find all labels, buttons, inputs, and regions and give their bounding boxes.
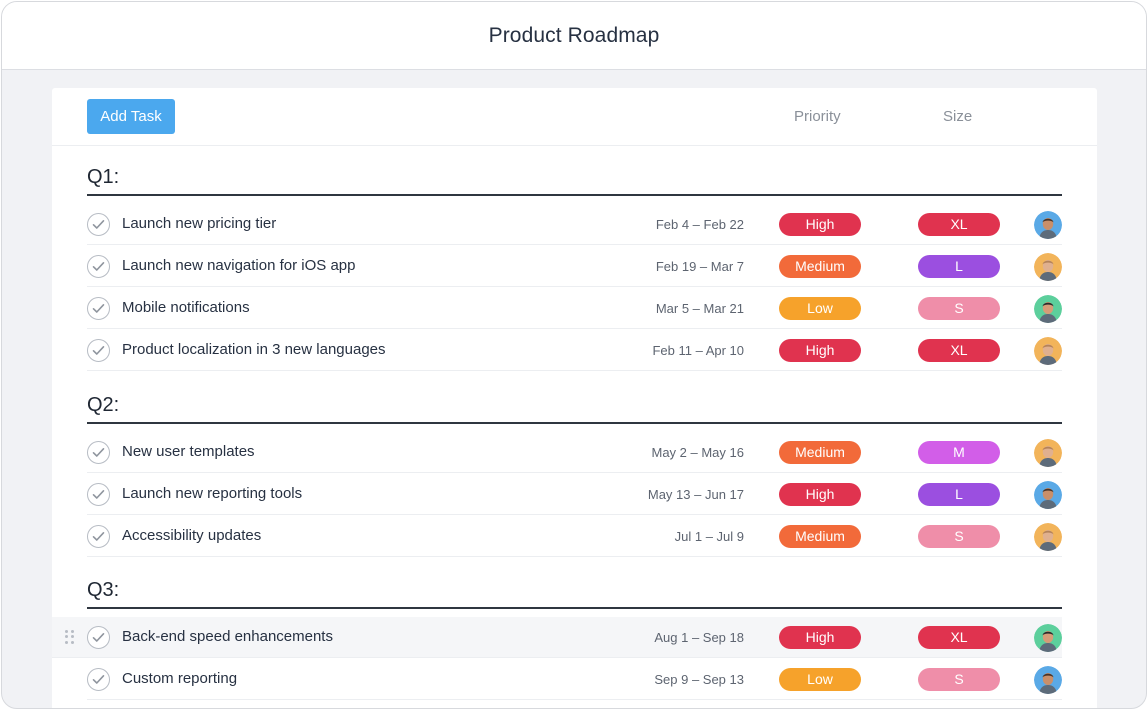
complete-task-checkbox[interactable] <box>87 441 110 464</box>
title-bar: Product Roadmap <box>2 2 1146 70</box>
task-dates[interactable]: May 13 – Jun 17 <box>648 487 744 502</box>
size-badge[interactable]: XL <box>918 213 1000 236</box>
assignee-avatar[interactable] <box>1034 624 1062 652</box>
task-name[interactable]: Launch new navigation for iOS app <box>122 257 356 274</box>
check-icon <box>92 219 105 230</box>
section-title: Q1: <box>87 166 120 188</box>
complete-task-checkbox[interactable] <box>87 297 110 320</box>
complete-task-checkbox[interactable] <box>87 668 110 691</box>
task-row-content: Accessibility updates Jul 1 – Jul 9 Medium… <box>87 516 1062 557</box>
assignee-avatar[interactable] <box>1034 295 1062 323</box>
check-icon <box>92 489 105 500</box>
size-badge[interactable]: M <box>918 441 1000 464</box>
priority-badge[interactable]: Low <box>779 668 861 691</box>
complete-task-checkbox[interactable] <box>87 339 110 362</box>
task-row-content: Back-end speed enhancements Aug 1 – Sep 1… <box>87 617 1062 658</box>
check-icon <box>92 632 105 643</box>
size-badge[interactable]: L <box>918 255 1000 278</box>
section-title: Q3: <box>87 579 120 601</box>
assignee-avatar[interactable] <box>1034 211 1062 239</box>
assignee-avatar[interactable] <box>1034 439 1062 467</box>
priority-badge[interactable]: High <box>779 339 861 362</box>
section-divider <box>87 422 1062 424</box>
size-badge[interactable]: S <box>918 525 1000 548</box>
task-dates[interactable]: Aug 1 – Sep 18 <box>654 630 744 645</box>
task-name[interactable]: Launch new pricing tier <box>122 215 276 232</box>
check-icon <box>92 303 105 314</box>
task-row[interactable]: Launch new reporting tools May 13 – Jun 1… <box>87 474 1062 515</box>
assignee-avatar[interactable] <box>1034 337 1062 365</box>
task-dates[interactable]: May 2 – May 16 <box>652 445 745 460</box>
task-dates[interactable]: Sep 9 – Sep 13 <box>654 672 744 687</box>
task-row[interactable]: Custom reporting Sep 9 – Sep 13 Low S <box>87 659 1062 700</box>
task-row[interactable]: Accessibility updates Jul 1 – Jul 9 Medium… <box>87 516 1062 557</box>
task-row-content: Launch new navigation for iOS app Feb 19 … <box>87 246 1062 287</box>
size-badge[interactable]: S <box>918 668 1000 691</box>
task-name[interactable]: Accessibility updates <box>122 527 261 544</box>
complete-task-checkbox[interactable] <box>87 626 110 649</box>
task-row-content: Launch new reporting tools May 13 – Jun 1… <box>87 474 1062 515</box>
size-badge[interactable]: L <box>918 483 1000 506</box>
task-row[interactable]: New user templates May 2 – May 16 Medium M <box>87 432 1062 473</box>
task-name[interactable]: Launch new reporting tools <box>122 485 302 502</box>
task-row-content: Product localization in 3 new languages F… <box>87 330 1062 371</box>
check-icon <box>92 345 105 356</box>
size-badge[interactable]: XL <box>918 339 1000 362</box>
size-badge[interactable]: S <box>918 297 1000 320</box>
complete-task-checkbox[interactable] <box>87 213 110 236</box>
window-title: Product Roadmap <box>488 23 660 47</box>
task-name[interactable]: Mobile notifications <box>122 299 250 316</box>
task-row[interactable]: Back-end speed enhancements Aug 1 – Sep 1… <box>52 617 1062 658</box>
check-icon <box>92 261 105 272</box>
assignee-avatar[interactable] <box>1034 523 1062 551</box>
task-dates[interactable]: Mar 5 – Mar 21 <box>656 301 744 316</box>
priority-badge[interactable]: Medium <box>779 525 861 548</box>
column-header-priority[interactable]: Priority <box>794 108 841 125</box>
task-row-content: New user templates May 2 – May 16 Medium M <box>87 432 1062 473</box>
section-divider <box>87 607 1062 609</box>
priority-badge[interactable]: High <box>779 213 861 236</box>
task-dates[interactable]: Jul 1 – Jul 9 <box>675 529 744 544</box>
add-task-button[interactable]: Add Task <box>87 99 175 134</box>
task-row[interactable]: Launch new navigation for iOS app Feb 19 … <box>87 246 1062 287</box>
task-name[interactable]: Back-end speed enhancements <box>122 628 333 645</box>
assignee-avatar[interactable] <box>1034 481 1062 509</box>
task-name[interactable]: Product localization in 3 new languages <box>122 341 386 358</box>
priority-badge[interactable]: Low <box>779 297 861 320</box>
task-name[interactable]: New user templates <box>122 443 255 460</box>
task-dates[interactable]: Feb 19 – Mar 7 <box>656 259 744 274</box>
task-row[interactable]: Launch new pricing tier Feb 4 – Feb 22 Hig… <box>87 204 1062 245</box>
priority-badge[interactable]: High <box>779 483 861 506</box>
section-title: Q2: <box>87 394 120 416</box>
priority-badge[interactable]: Medium <box>779 255 861 278</box>
complete-task-checkbox[interactable] <box>87 255 110 278</box>
check-icon <box>92 531 105 542</box>
priority-badge[interactable]: High <box>779 626 861 649</box>
size-badge[interactable]: XL <box>918 626 1000 649</box>
task-row[interactable]: Product localization in 3 new languages F… <box>87 330 1062 371</box>
priority-badge[interactable]: Medium <box>779 441 861 464</box>
task-name[interactable]: Custom reporting <box>122 670 237 687</box>
task-dates[interactable]: Feb 4 – Feb 22 <box>656 217 744 232</box>
column-header-size[interactable]: Size <box>943 108 972 125</box>
task-row[interactable]: Mobile notifications Mar 5 – Mar 21 Low S <box>87 288 1062 329</box>
list-header: Add Task Priority Size <box>52 88 1097 146</box>
complete-task-checkbox[interactable] <box>87 525 110 548</box>
task-list-panel: Add Task Priority Size Q1: Launch new pri… <box>52 88 1097 708</box>
complete-task-checkbox[interactable] <box>87 483 110 506</box>
task-row-content: Launch new pricing tier Feb 4 – Feb 22 Hig… <box>87 204 1062 245</box>
assignee-avatar[interactable] <box>1034 666 1062 694</box>
check-icon <box>92 674 105 685</box>
assignee-avatar[interactable] <box>1034 253 1062 281</box>
check-icon <box>92 447 105 458</box>
section-divider <box>87 194 1062 196</box>
task-row-content: Custom reporting Sep 9 – Sep 13 Low S <box>87 659 1062 700</box>
task-dates[interactable]: Feb 11 – Apr 10 <box>652 343 744 358</box>
task-row-content: Mobile notifications Mar 5 – Mar 21 Low S <box>87 288 1062 329</box>
drag-handle-icon[interactable] <box>65 630 75 644</box>
app-window: Product Roadmap Add Task Priority Size Q… <box>1 1 1147 709</box>
